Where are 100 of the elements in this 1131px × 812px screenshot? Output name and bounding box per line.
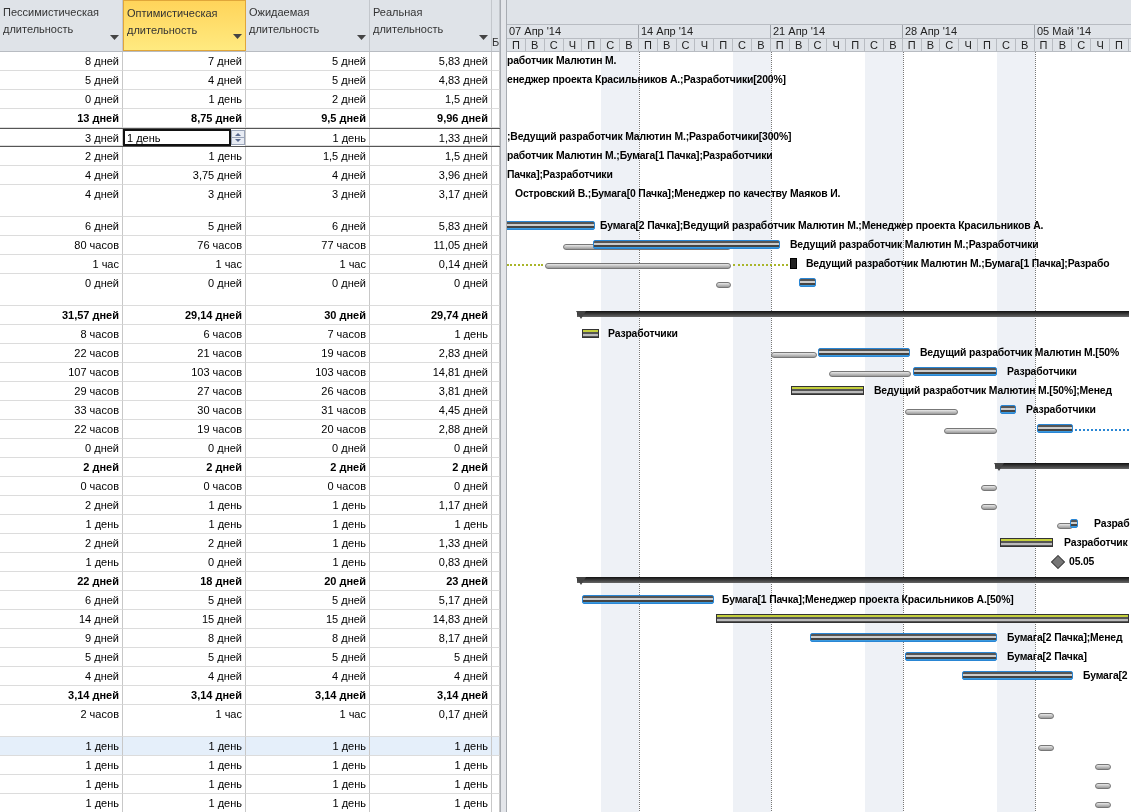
day-label: В xyxy=(525,39,545,51)
table-cell: 6 часов xyxy=(123,325,246,344)
table-cell: 4 дней xyxy=(246,166,370,185)
table-cell: 1 день xyxy=(370,515,492,534)
column-header[interactable]: Оптимистическая длительность xyxy=(123,0,246,51)
table-cell: 80 часов xyxy=(0,236,123,255)
table-cell: 26 часов xyxy=(246,382,370,401)
table-cell: 1,5 дней xyxy=(370,147,492,166)
table-cell: 8 дней xyxy=(0,52,123,71)
table-cell: 0 дней xyxy=(246,439,370,458)
day-label: Ч xyxy=(1091,39,1110,51)
slack-line xyxy=(507,264,543,266)
table-cell: 1 день xyxy=(370,325,492,344)
table-cell: 3 дней xyxy=(246,185,370,217)
baseline-bar xyxy=(981,504,997,510)
table-cell: 0,14 дней xyxy=(370,255,492,274)
day-label: С xyxy=(1072,39,1092,51)
task-bar xyxy=(1000,538,1053,547)
table-cell: 4 дней xyxy=(0,185,123,217)
spinner-icon[interactable] xyxy=(231,129,245,146)
resource-label: Разработчики xyxy=(608,327,678,340)
resource-label: Разработчик xyxy=(1064,536,1128,549)
table-cell: 5 дней xyxy=(246,591,370,610)
task-bar xyxy=(1000,405,1016,414)
resource-label: енеджер проекта Красильников А.;Разработчики[200%] xyxy=(507,73,786,86)
table-cell: 0 часов xyxy=(0,477,123,496)
caret-icon[interactable] xyxy=(357,35,366,40)
day-label: П xyxy=(902,39,922,51)
table-cell: 2,88 дней xyxy=(370,420,492,439)
summary-start-marker xyxy=(994,463,1004,471)
day-label: В xyxy=(657,39,677,51)
table-cell: 30 дней xyxy=(246,306,370,325)
day-label: В xyxy=(921,39,941,51)
table-cell: 3,75 дней xyxy=(123,166,246,185)
table-cell: 8,17 дней xyxy=(370,629,492,648)
day-label: С xyxy=(733,39,752,51)
table-cell: 5,17 дней xyxy=(370,591,492,610)
table-cell: 2 дней xyxy=(370,458,492,477)
resource-label: работчик Малютин М.;Бумага[1 Пачка];Разработчики xyxy=(507,149,773,162)
table-cell: 0 дней xyxy=(123,439,246,458)
day-label: Ч xyxy=(563,39,583,51)
table-cell: 27 часов xyxy=(123,382,246,401)
table-cell: 2 дней xyxy=(0,496,123,515)
table-cell: 30 часов xyxy=(123,401,246,420)
table-cell: 0 дней xyxy=(370,274,492,306)
table-cell: 5 дней xyxy=(246,52,370,71)
caret-icon[interactable] xyxy=(233,34,242,39)
table-cell: 29 часов xyxy=(0,382,123,401)
column-header[interactable]: Ожидаемая длительность xyxy=(246,0,370,51)
table-cell: 1,33 дней xyxy=(370,129,492,146)
input-field[interactable]: 1 день xyxy=(123,129,231,146)
caret-icon[interactable] xyxy=(110,35,119,40)
table-cell: 0 дней xyxy=(123,553,246,572)
baseline-bar xyxy=(981,485,997,491)
table-cell: 77 часов xyxy=(246,236,370,255)
day-label: П xyxy=(638,39,658,51)
week-label: 21 Апр '14 xyxy=(771,25,903,38)
baseline-bar xyxy=(1038,745,1054,751)
table-cell: 4 дней xyxy=(370,667,492,686)
table-cell: 5 дней xyxy=(123,591,246,610)
table-cell: 0 дней xyxy=(123,274,246,306)
table-cell: 4 дней xyxy=(123,71,246,90)
table-cell: 1,5 дней xyxy=(246,147,370,166)
table-cell: 4,45 дней xyxy=(370,401,492,420)
table-cell: 3,14 дней xyxy=(123,686,246,705)
day-label: П xyxy=(770,39,790,51)
table-cell: 9,96 дней xyxy=(370,109,492,128)
table-cell: 2 дней xyxy=(123,458,246,477)
resource-label: ;Ведущий разработчик Малютин М.;Разработчики[300%] xyxy=(507,130,792,143)
table-cell: 5 дней xyxy=(123,648,246,667)
table-cell: 4 дней xyxy=(246,667,370,686)
table-cell: 2 дней xyxy=(123,534,246,553)
table-cell: 4 дней xyxy=(123,667,246,686)
resource-label: 05.05 xyxy=(1069,555,1095,568)
table-cell: 1 день xyxy=(123,496,246,515)
table-cell: 2,83 дней xyxy=(370,344,492,363)
resource-label: Бумага[1 Пачка];Менеджер проекта Красильников А.[50%] xyxy=(722,593,1014,606)
day-label: П xyxy=(1110,39,1129,51)
caret-icon[interactable] xyxy=(479,35,488,40)
baseline-bar xyxy=(1038,713,1054,719)
table-cell: 0,83 дней xyxy=(370,553,492,572)
table-cell: 1 день xyxy=(0,756,123,775)
day-label: В xyxy=(883,39,903,51)
resource-label: Островский В.;Бумага[0 Пачка];Менеджер по качеству Маяков И. xyxy=(515,187,841,200)
table-cell: 1 день xyxy=(370,756,492,775)
table-cell: 22 часов xyxy=(0,344,123,363)
table-cell: 13 дней xyxy=(0,109,123,128)
table-cell: 7 дней xyxy=(123,52,246,71)
task-bar xyxy=(582,329,599,338)
table-cell: 4,83 дней xyxy=(370,71,492,90)
table-cell: 1 день xyxy=(246,129,370,146)
column-header[interactable]: Реальная длительность xyxy=(370,0,492,51)
table-cell: 1 день xyxy=(123,737,246,756)
table-cell: 15 дней xyxy=(246,610,370,629)
day-label: П xyxy=(846,39,866,51)
resource-label: Бумага[2 xyxy=(1083,669,1128,682)
table-cell: 1 день xyxy=(370,775,492,794)
table-cell: 6 дней xyxy=(0,217,123,236)
task-bar xyxy=(799,278,816,287)
table-cell: 19 часов xyxy=(246,344,370,363)
